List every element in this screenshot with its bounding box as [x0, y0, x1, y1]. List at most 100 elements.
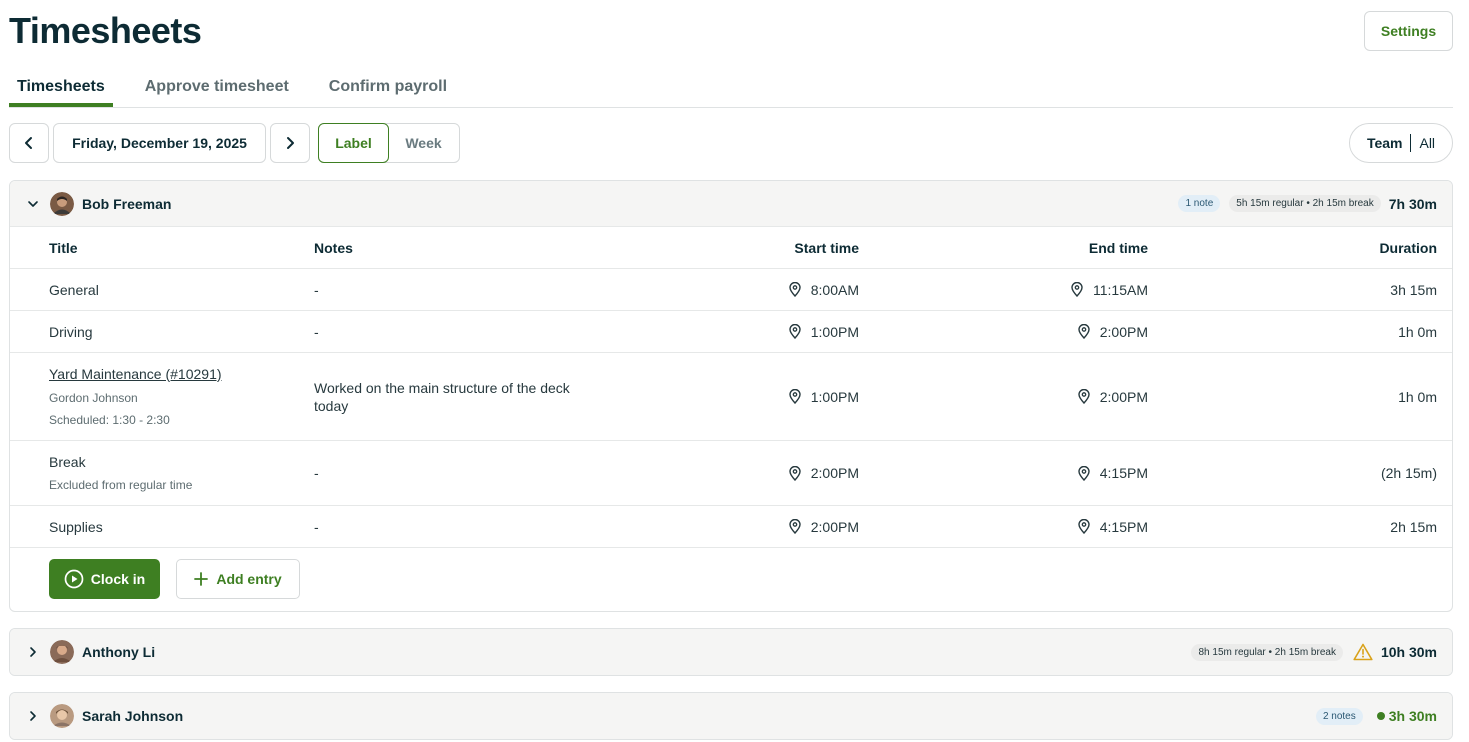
table-row[interactable]: General - 8:00AM 11:15AM 3h 15m — [10, 269, 1452, 311]
location-pin-icon[interactable] — [789, 282, 801, 297]
person-card-header[interactable]: Bob Freeman 1 note 5h 15m regular • 2h 1… — [10, 181, 1452, 227]
entry-duration: 3h 15m — [1390, 281, 1437, 298]
start-time: 2:00PM — [810, 518, 859, 535]
entry-title: Supplies — [49, 518, 103, 535]
view-option-week[interactable]: Week — [388, 124, 459, 162]
entry-notes: - — [314, 323, 319, 340]
column-header-start: Start time — [794, 239, 859, 256]
person-card: Sarah Johnson 2 notes 3h 30m — [9, 692, 1453, 740]
entry-title: Driving — [49, 323, 93, 340]
location-pin-icon[interactable] — [789, 389, 801, 404]
person-card-header[interactable]: Anthony Li 8h 15m regular • 2h 15m break… — [10, 629, 1452, 675]
hours-summary-badge: 5h 15m regular • 2h 15m break — [1229, 195, 1381, 212]
chevron-right-icon — [283, 136, 297, 150]
entry-duration: 1h 0m — [1398, 388, 1437, 405]
entry-end: 4:15PM — [1078, 519, 1148, 535]
entry-end: 4:15PM — [1078, 465, 1148, 481]
table-row[interactable]: Driving - 1:00PM 2:00PM 1h 0m — [10, 311, 1452, 353]
avatar — [50, 640, 74, 664]
entry-start: 8:00AM — [789, 282, 859, 298]
table-row[interactable]: Yard Maintenance (#10291) Gordon Johnson… — [10, 353, 1452, 441]
entry-start: 1:00PM — [789, 389, 859, 405]
clock-in-button[interactable]: Clock in — [49, 559, 160, 599]
entry-end: 2:00PM — [1078, 324, 1148, 340]
column-header-duration: Duration — [1379, 239, 1437, 256]
page-title: Timesheets — [9, 10, 202, 51]
next-day-button[interactable] — [270, 123, 310, 163]
entry-duration: 2h 15m — [1390, 518, 1437, 535]
scope-all[interactable]: All — [1411, 135, 1435, 151]
warning-icon — [1353, 643, 1373, 661]
entry-end: 2:00PM — [1078, 389, 1148, 405]
entry-title-block: Break Excluded from regular time — [49, 454, 192, 492]
entry-start: 2:00PM — [789, 465, 859, 481]
person-card: Anthony Li 8h 15m regular • 2h 15m break… — [9, 628, 1453, 676]
location-pin-icon[interactable] — [1078, 519, 1090, 534]
chevron-right-icon[interactable] — [25, 708, 41, 724]
start-time: 2:00PM — [810, 465, 859, 481]
clock-in-label: Clock in — [90, 571, 146, 587]
total-hours: 7h 30m — [1388, 195, 1437, 212]
entry-subtitle: Excluded from regular time — [49, 478, 193, 492]
entry-duration: 1h 0m — [1398, 323, 1437, 340]
table-header: Title Notes Start time End time Duration — [10, 227, 1452, 269]
tab-confirm-payroll[interactable]: Confirm payroll — [321, 66, 455, 107]
play-circle-icon — [64, 569, 84, 589]
person-name: Anthony Li — [82, 644, 156, 660]
end-time: 4:15PM — [1099, 465, 1148, 481]
previous-day-button[interactable] — [9, 123, 49, 163]
chevron-left-icon — [22, 136, 36, 150]
tab-timesheets[interactable]: Timesheets — [9, 66, 113, 107]
view-toggle: Label Week — [318, 123, 460, 163]
person-card: Bob Freeman 1 note 5h 15m regular • 2h 1… — [9, 180, 1453, 612]
end-time: 11:15AM — [1093, 281, 1148, 298]
scope-toggle[interactable]: Team All — [1349, 123, 1453, 163]
location-pin-icon[interactable] — [1078, 465, 1090, 481]
plus-icon — [194, 572, 209, 586]
entry-actions: Clock in Add entry — [10, 548, 1452, 610]
location-pin-icon[interactable] — [1078, 389, 1090, 404]
entry-end: 11:15AM — [1071, 282, 1148, 298]
avatar — [50, 191, 74, 216]
chevron-right-icon[interactable] — [25, 644, 41, 660]
person-name: Sarah Johnson — [82, 708, 184, 724]
entry-notes: Worked on the main structure of the deck… — [314, 379, 570, 414]
person-name: Bob Freeman — [82, 195, 172, 212]
person-card-header[interactable]: Sarah Johnson 2 notes 3h 30m — [10, 693, 1452, 739]
table-row[interactable]: Supplies - 2:00PM 4:15PM 2h 15m — [10, 506, 1452, 548]
settings-button[interactable]: Settings — [1364, 11, 1453, 51]
entry-start: 1:00PM — [789, 324, 859, 340]
hours-summary-badge: 8h 15m regular • 2h 15m break — [1191, 643, 1343, 661]
column-header-title: Title — [49, 239, 78, 256]
end-time: 4:15PM — [1099, 518, 1148, 535]
date-picker-button[interactable]: Friday, December 19, 2025 — [53, 123, 266, 163]
scope-team[interactable]: Team — [1367, 134, 1412, 152]
total-hours: 10h 30m — [1380, 644, 1437, 660]
location-pin-icon[interactable] — [789, 465, 801, 481]
entry-assignee: Gordon Johnson — [49, 391, 138, 405]
column-header-notes: Notes — [314, 239, 353, 256]
location-pin-icon[interactable] — [789, 324, 801, 339]
avatar — [50, 704, 74, 728]
column-header-end: End time — [1088, 239, 1148, 256]
chevron-down-icon[interactable] — [25, 196, 41, 212]
notes-badge: 1 note — [1178, 195, 1221, 212]
table-row[interactable]: Break Excluded from regular time - 2:00P… — [10, 441, 1452, 506]
entry-duration: (2h 15m) — [1380, 465, 1437, 481]
add-entry-button[interactable]: Add entry — [176, 559, 300, 599]
entry-notes: - — [314, 518, 319, 535]
tab-approve-timesheet[interactable]: Approve timesheet — [137, 66, 297, 107]
location-pin-icon[interactable] — [1078, 324, 1090, 339]
location-pin-icon[interactable] — [1071, 282, 1083, 297]
tab-bar: Timesheets Approve timesheet Confirm pay… — [9, 66, 1453, 108]
entry-schedule: Scheduled: 1:30 - 2:30 — [49, 413, 170, 427]
status-dot — [1376, 712, 1385, 720]
location-pin-icon[interactable] — [789, 519, 801, 534]
entry-title: Break — [49, 454, 86, 470]
entry-title: General — [49, 281, 99, 298]
entry-notes: - — [314, 281, 319, 298]
job-link[interactable]: Yard Maintenance (#10291) — [49, 366, 222, 382]
end-time: 2:00PM — [1099, 388, 1148, 405]
view-option-label[interactable]: Label — [318, 123, 389, 163]
entry-title-block: Yard Maintenance (#10291) Gordon Johnson… — [49, 366, 222, 427]
